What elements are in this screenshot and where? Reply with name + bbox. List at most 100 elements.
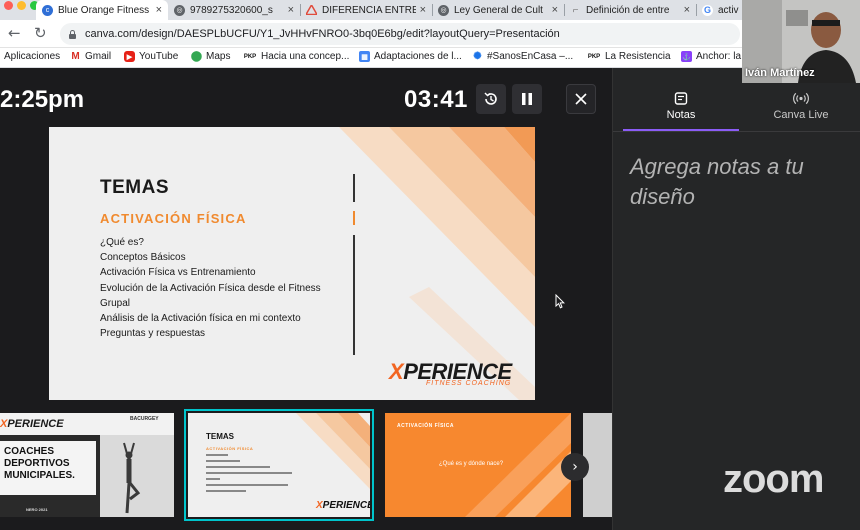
slide-topic-list: ¿Qué es? Conceptos Básicos Activación Fí… bbox=[100, 235, 321, 341]
browser-tab[interactable]: ◎ Ley General de Cult × bbox=[432, 0, 564, 20]
pkp-icon: PKP bbox=[587, 53, 601, 60]
google-icon: G bbox=[702, 4, 713, 16]
bookmark-label: La Resistencia bbox=[605, 51, 671, 62]
thumb-question: ¿Qué es y dónde nace? bbox=[439, 461, 504, 467]
gmail-icon: M bbox=[71, 51, 80, 62]
close-presenter-button[interactable] bbox=[566, 84, 596, 114]
reload-icon[interactable]: ↻ bbox=[34, 24, 47, 42]
slide-divider bbox=[353, 235, 355, 355]
tab-title: 9789275320600_s bbox=[190, 4, 273, 16]
reset-timer-icon bbox=[484, 92, 497, 105]
tab-title: activ bbox=[718, 4, 739, 16]
list-item: Conceptos Básicos bbox=[100, 252, 186, 264]
tab-close-icon[interactable]: × bbox=[156, 4, 162, 16]
slide-thumbnail-1[interactable]: XPERIENCE BACURGEY COACHES DEPORTIVOS MU… bbox=[0, 413, 174, 517]
who-icon: ✺ bbox=[473, 51, 482, 62]
bookmark-label: Hacia una concep... bbox=[261, 51, 350, 62]
pkp-icon: PKP bbox=[243, 53, 257, 60]
bookmark-label: Maps bbox=[206, 51, 231, 62]
slide-thumbnail-3[interactable]: ACTIVACIÓN FÍSICA ¿Qué es y dónde nace? bbox=[385, 413, 571, 517]
browser-tab-canva[interactable]: c Blue Orange Fitness × bbox=[36, 0, 168, 20]
thumb-logo: XPERIENCE bbox=[316, 500, 370, 511]
bookmark-youtube[interactable]: ▶ YouTube bbox=[124, 51, 178, 62]
thumb-org-label: BACURGEY bbox=[130, 416, 159, 422]
browser-tab[interactable]: ⌐ Definición de entre × bbox=[564, 0, 696, 20]
address-bar[interactable]: canva.com/design/DAESPLbUCFU/Y1_JvHHvFNR… bbox=[60, 23, 740, 45]
maps-icon: ⬤ bbox=[190, 51, 203, 62]
slide-thumbnail-strip: XPERIENCE BACURGEY COACHES DEPORTIVOS MU… bbox=[0, 409, 612, 530]
presentation-timer: 03:41 bbox=[404, 86, 468, 113]
active-tab-indicator bbox=[623, 129, 739, 131]
thumb-title-box: COACHES DEPORTIVOS MUNICIPALES. bbox=[0, 441, 96, 495]
bookmarks-bar: Aplicaciones M Gmail ▶ YouTube ⬤ Maps PK… bbox=[0, 48, 860, 68]
tab-close-icon[interactable]: × bbox=[288, 4, 294, 16]
bookmark-gmail[interactable]: M Gmail bbox=[70, 51, 111, 62]
presenter-stage: 2:25pm 03:41 TEMAS ACTIVACIÓN FÍSICA ¿Qu… bbox=[0, 68, 612, 530]
broadcast-icon bbox=[793, 92, 809, 105]
thumb-title-line: DEPORTIVOS bbox=[4, 458, 70, 469]
tab-label: Canva Live bbox=[773, 109, 829, 121]
lock-icon bbox=[68, 29, 77, 39]
mouse-pointer-icon bbox=[555, 294, 565, 309]
bookmark-maps[interactable]: ⬤ Maps bbox=[190, 51, 231, 62]
tab-label: Notas bbox=[666, 109, 696, 121]
browser-tab-bar: c Blue Orange Fitness × ◎ 9789275320600_… bbox=[0, 0, 860, 20]
list-item: Análisis de la Activación física en mi c… bbox=[100, 313, 301, 325]
bookmark-anchor[interactable]: ⚓ Anchor: la bbox=[681, 51, 741, 62]
tab-title: Ley General de Cult bbox=[454, 4, 543, 16]
tab-divider bbox=[613, 131, 860, 132]
globe-icon: ◎ bbox=[438, 4, 449, 16]
reset-timer-button[interactable] bbox=[476, 84, 506, 114]
page-icon: ⌐ bbox=[572, 4, 579, 16]
slide-divider-accent bbox=[353, 211, 355, 225]
close-icon bbox=[575, 93, 587, 105]
bookmark-label: Aplicaciones bbox=[4, 51, 61, 62]
list-item: Evolución de la Activación Física desde … bbox=[100, 282, 321, 294]
notes-icon bbox=[674, 92, 688, 105]
current-slide: TEMAS ACTIVACIÓN FÍSICA ¿Qué es? Concept… bbox=[49, 127, 535, 400]
bookmark-label: #SanosEnCasa –... bbox=[487, 51, 574, 62]
anchor-icon: ⚓ bbox=[681, 51, 692, 62]
tab-close-icon[interactable]: × bbox=[684, 4, 690, 16]
globe-icon: ◎ bbox=[174, 4, 185, 16]
thumb-text-lines bbox=[206, 454, 292, 492]
pause-icon bbox=[522, 93, 532, 105]
bookmark-concep[interactable]: PKP Hacia una concep... bbox=[243, 51, 350, 62]
zoom-participant-video: Iván Martínez bbox=[742, 0, 860, 83]
slide-subtitle: ACTIVACIÓN FÍSICA bbox=[100, 211, 247, 226]
slide-thumbnail-2-selected[interactable]: TEMAS ACTIVACIÓN FÍSICA XPERIENCE bbox=[184, 409, 374, 521]
bookmark-apps[interactable]: Aplicaciones bbox=[4, 51, 60, 62]
list-item: ¿Qué es? bbox=[100, 237, 144, 248]
list-item: Preguntas y respuestas bbox=[100, 328, 206, 340]
bookmark-label: Adaptaciones de l... bbox=[374, 51, 462, 62]
thumb-title: TEMAS bbox=[206, 432, 234, 441]
tab-close-icon[interactable]: × bbox=[552, 4, 558, 16]
browser-tab[interactable]: ◎ 9789275320600_s × bbox=[168, 0, 300, 20]
back-arrow-icon[interactable]: ← bbox=[8, 24, 21, 42]
bookmark-label: Anchor: la bbox=[696, 51, 742, 62]
tab-close-icon[interactable]: × bbox=[420, 4, 426, 16]
thumb-logo: XPERIENCE bbox=[0, 418, 64, 430]
slide-divider bbox=[353, 174, 355, 202]
minimize-window-icon[interactable] bbox=[17, 1, 26, 10]
logo-tagline: FITNESS COACHING bbox=[426, 380, 512, 387]
bookmark-label: YouTube bbox=[139, 51, 179, 62]
thumb-subtitle: ACTIVACIÓN FÍSICA bbox=[206, 446, 254, 451]
list-item: Grupal bbox=[100, 297, 131, 309]
browser-tab[interactable]: DIFERENCIA ENTRE × bbox=[300, 0, 432, 20]
tab-notas[interactable]: Notas bbox=[623, 92, 739, 121]
tab-title: Definición de entre bbox=[586, 4, 670, 16]
slide-title: TEMAS bbox=[100, 177, 169, 198]
tab-canva-live[interactable]: Canva Live bbox=[743, 92, 859, 121]
bookmark-adaptaciones[interactable]: ▦ Adaptaciones de l... bbox=[359, 51, 462, 62]
bookmark-sanosencasa[interactable]: ✺ #SanosEnCasa –... bbox=[472, 51, 573, 62]
drive-icon bbox=[306, 5, 317, 16]
notes-input[interactable]: Agrega notas a tu diseño bbox=[630, 152, 850, 212]
list-item: Activación Física vs Entrenamiento bbox=[100, 267, 256, 279]
next-thumbnails-button[interactable]: › bbox=[561, 453, 589, 481]
browser-tab[interactable]: G activ bbox=[696, 0, 742, 20]
pause-button[interactable] bbox=[512, 84, 542, 114]
bookmark-resistencia[interactable]: PKP La Resistencia bbox=[587, 51, 671, 62]
close-window-icon[interactable] bbox=[4, 1, 13, 10]
tab-title: Blue Orange Fitness bbox=[58, 4, 150, 16]
